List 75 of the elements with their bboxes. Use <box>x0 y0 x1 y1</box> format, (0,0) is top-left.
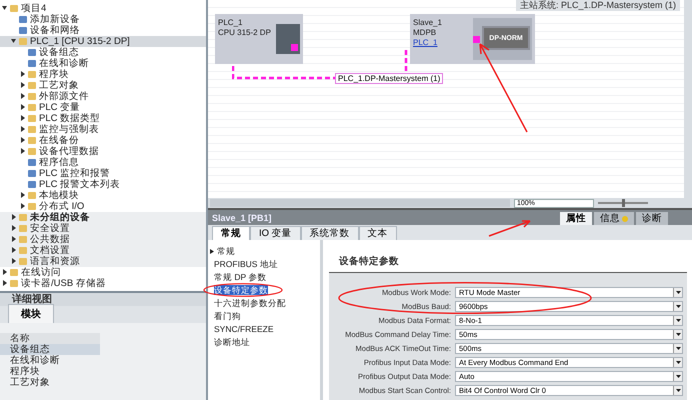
tree-item[interactable]: 设备代理数据 <box>0 146 206 157</box>
panel-tab[interactable]: 诊断 <box>636 212 668 225</box>
nav-item[interactable]: 十六进制参数分配 <box>214 298 286 308</box>
nav-item[interactable]: SYNC/FREEZE <box>214 324 274 334</box>
tree-item[interactable]: 项目4 <box>0 3 206 14</box>
nav-item[interactable]: 常规 DP 参数 <box>214 272 266 282</box>
tree-item[interactable]: 公共数据 <box>0 234 206 245</box>
tree-item[interactable]: 设备和网络 <box>0 25 206 36</box>
tree-item[interactable]: 添加新设备 <box>0 14 206 25</box>
folder-icon <box>10 5 18 12</box>
tree-item[interactable]: 在线和诊断 <box>0 58 206 69</box>
tree-item[interactable]: PLC 数据类型 <box>0 113 206 124</box>
inspector-title: Slave_1 [PB1] <box>212 212 272 222</box>
nav-item[interactable]: 诊断地址 <box>214 337 250 347</box>
nav-item[interactable]: 设备特定参数 <box>214 285 268 295</box>
device-type: MDPB <box>413 28 438 37</box>
tree-item[interactable]: 程序块 <box>0 69 206 80</box>
tab[interactable]: 常规 <box>212 226 250 240</box>
device-node[interactable]: PLC_1 CPU 315-2 DP <box>215 14 303 64</box>
panel-tab[interactable]: 属性 <box>560 212 592 225</box>
tab[interactable]: 模块 <box>8 304 54 323</box>
list-row[interactable]: 在线和诊断 <box>0 355 100 366</box>
info-icon <box>622 216 628 222</box>
panel-tab[interactable]: 信息 <box>594 212 634 225</box>
expand-arrow-icon[interactable] <box>210 249 214 254</box>
tree-item[interactable]: 外部源文件 <box>0 91 206 102</box>
dropdown-caret-icon[interactable] <box>673 358 682 367</box>
nav-item[interactable]: 常规 <box>217 246 235 256</box>
panel-header[interactable]: 详细视图 <box>0 293 206 306</box>
tree-item[interactable]: PLC 监控和报警 <box>0 168 206 179</box>
device-type: CPU 315-2 DP <box>218 28 272 37</box>
tree-item[interactable]: 未分组的设备 <box>0 212 206 223</box>
zoom-slider-thumb[interactable] <box>622 199 624 208</box>
device-name: Slave_1 <box>413 18 443 27</box>
tree-item[interactable]: 本地模块 <box>0 190 206 201</box>
tab[interactable]: IO 变量 <box>250 226 301 240</box>
annotation-arrow <box>488 219 532 237</box>
horizontal-scrollbar[interactable] <box>210 199 510 208</box>
tree-item[interactable]: PLC_1 [CPU 315-2 DP] <box>0 36 206 47</box>
expand-arrow-icon[interactable] <box>2 4 10 12</box>
expand-arrow-icon[interactable] <box>11 38 19 46</box>
list-row[interactable]: 程序块 <box>0 366 100 377</box>
nav-item[interactable]: PROFIBUS 地址 <box>214 259 278 269</box>
tree-item[interactable]: PLC 报警文本列表 <box>0 179 206 190</box>
dropdown-caret-icon[interactable] <box>673 386 682 395</box>
tree-item[interactable]: 在线访问 <box>0 267 206 278</box>
folder-icon <box>19 38 27 45</box>
dropdown-caret-icon[interactable] <box>673 330 682 339</box>
cpu-module-drawing <box>276 24 300 54</box>
master-system-label: 主站系统: PLC_1.DP-Mastersystem (1) <box>516 0 680 11</box>
tree-item[interactable]: 读卡器/USB 存储器 <box>0 278 206 289</box>
tree-item[interactable]: 设备组态 <box>0 47 206 58</box>
column-header: 名称 <box>0 333 100 344</box>
dropdown-caret-icon[interactable] <box>673 316 682 325</box>
dropdown-caret-icon[interactable] <box>673 372 682 381</box>
tree-item[interactable]: 工艺对象 <box>0 80 206 91</box>
tree-item[interactable]: 安全设置 <box>0 223 206 234</box>
dropdown-caret-icon[interactable] <box>673 344 682 353</box>
list-row[interactable]: 工艺对象 <box>0 377 100 388</box>
subnet-label: PLC_1.DP-Mastersystem (1) <box>335 73 444 84</box>
tree-item[interactable]: 监控与强制表 <box>0 124 206 135</box>
tree-item[interactable]: 文档设置 <box>0 245 206 256</box>
dropdown-caret-icon[interactable] <box>673 288 682 297</box>
tab[interactable]: 系统常数 <box>300 226 359 240</box>
tree-item[interactable]: PLC 变量 <box>0 102 206 113</box>
device-name: PLC_1 <box>218 18 244 27</box>
tree-item[interactable]: 语言和资源 <box>0 256 206 267</box>
device-link[interactable]: PLC_1 <box>413 38 473 47</box>
tree-item[interactable]: 在线备份 <box>0 135 206 146</box>
nav-item[interactable]: 看门狗 <box>214 311 241 321</box>
dropdown-caret-icon[interactable] <box>673 302 682 311</box>
tree-item[interactable]: 分布式 I/O <box>0 201 206 212</box>
list-row[interactable]: 设备组态 <box>0 344 100 355</box>
tab[interactable]: 文本 <box>358 226 397 240</box>
tree-item[interactable]: 程序信息 <box>0 157 206 168</box>
